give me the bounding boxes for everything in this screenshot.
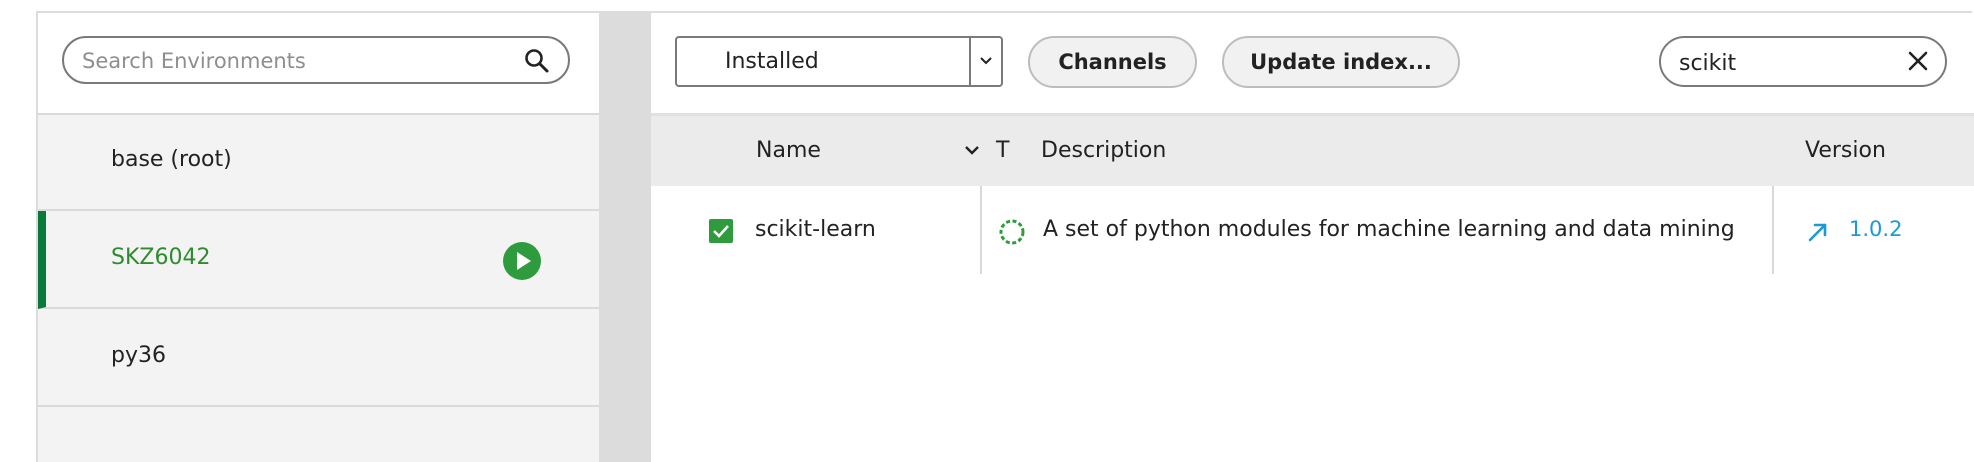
arrow-up-right-icon[interactable] — [1807, 221, 1829, 243]
update-index-button[interactable]: Update index... — [1222, 36, 1460, 88]
environments-search-bar — [38, 13, 599, 115]
environments-search-field[interactable] — [62, 36, 570, 84]
installed-circle-icon — [999, 219, 1025, 245]
column-separator — [980, 186, 982, 274]
package-version[interactable]: 1.0.2 — [1849, 217, 1902, 241]
package-filter-value: Installed — [725, 49, 819, 74]
channels-button[interactable]: Channels — [1028, 36, 1197, 88]
package-search-field[interactable] — [1659, 36, 1947, 87]
packages-panel: Installed Channels Update index... Name — [651, 13, 1974, 462]
column-header-type[interactable]: T — [996, 138, 1009, 163]
package-description: A set of python modules for machine lear… — [1043, 217, 1735, 242]
env-item-label: py36 — [111, 343, 166, 368]
environments-search-input[interactable] — [80, 44, 504, 78]
close-icon[interactable] — [1907, 50, 1929, 72]
column-header-version[interactable]: Version — [1805, 138, 1886, 163]
package-name: scikit-learn — [755, 217, 876, 242]
column-separator — [1772, 186, 1774, 274]
packages-table-body: scikit-learn A set of python modules for… — [651, 186, 1974, 462]
package-search-input[interactable] — [1677, 46, 1881, 80]
column-header-description[interactable]: Description — [1041, 138, 1166, 163]
env-item-py36[interactable]: py36 — [38, 309, 599, 407]
env-item-label: SKZ6042 — [111, 245, 211, 270]
table-row[interactable]: scikit-learn A set of python modules for… — [651, 186, 1974, 274]
panel-divider[interactable] — [599, 13, 651, 462]
packages-toolbar: Installed Channels Update index... — [651, 13, 1974, 111]
package-filter-dropdown[interactable]: Installed — [675, 36, 1003, 87]
package-filter-toggle[interactable] — [969, 38, 1001, 85]
packages-table-header: Name T Description Version — [651, 113, 1974, 186]
play-circle-icon[interactable] — [502, 241, 542, 281]
env-item-label: base (root) — [111, 147, 232, 172]
chevron-down-icon[interactable] — [963, 144, 981, 158]
search-icon[interactable] — [524, 48, 550, 74]
environments-panel: base (root) SKZ6042 py36 — [38, 13, 599, 462]
column-header-name[interactable]: Name — [756, 138, 821, 163]
env-item-skz6042[interactable]: SKZ6042 — [38, 211, 599, 309]
env-item-base-root[interactable]: base (root) — [38, 113, 599, 211]
anaconda-navigator-environments: base (root) SKZ6042 py36 Installed — [0, 0, 1974, 462]
checkbox-checked-icon[interactable] — [709, 219, 733, 243]
chevron-down-icon — [980, 57, 992, 65]
